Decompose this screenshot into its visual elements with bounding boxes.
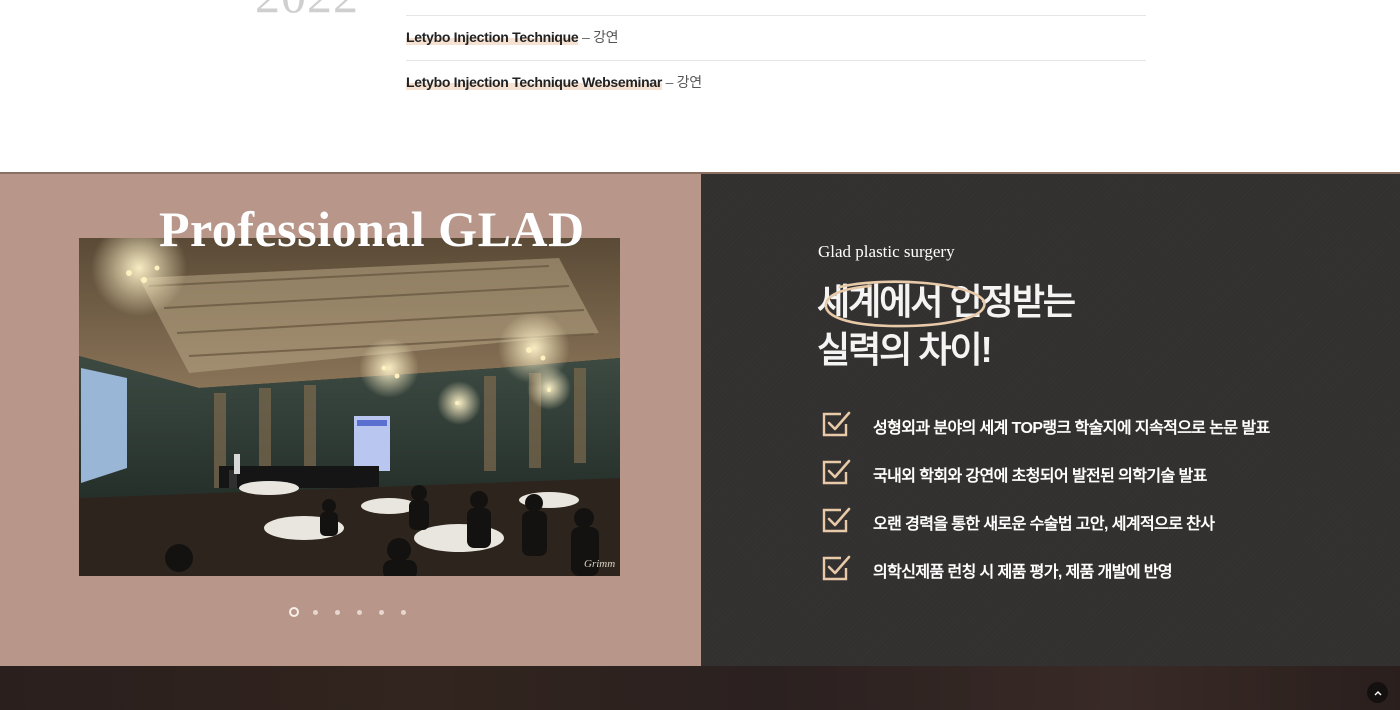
- timeline-year: 2022: [255, 0, 359, 24]
- checkbox-checked-icon: [822, 555, 851, 581]
- intro-subtitle: Glad plastic surgery: [818, 242, 955, 261]
- scroll-top-button[interactable]: [1367, 682, 1388, 703]
- list-item: 국내외 학회와 강연에 초청되어 발전된 의학기술 발표: [821, 458, 1381, 488]
- timeline-row-separator: –: [578, 29, 594, 45]
- feature-text: 국내외 학회와 강연에 초청되어 발전된 의학기술 발표: [873, 468, 1207, 485]
- next-section-preview: [0, 666, 1400, 710]
- timeline-section: 2022 Letybo Injection Technique – 강연 Let…: [0, 0, 1400, 172]
- timeline-row-role: 강연: [676, 74, 702, 90]
- pagination-dot-6[interactable]: [401, 610, 406, 615]
- list-item: 성형외과 분야의 세계 TOP랭크 학술지에 지속적으로 논문 발표: [821, 410, 1381, 440]
- checkbox-checked-icon: [822, 411, 851, 437]
- conference-photo[interactable]: Grimm: [79, 238, 620, 576]
- timeline-row: Letybo Injection Technique Webseminar – …: [406, 61, 1146, 105]
- gallery-title: Professional GLAD: [159, 201, 585, 257]
- headline-line2: 실력의 차이!: [817, 329, 993, 370]
- pagination-dot-4[interactable]: [357, 610, 362, 615]
- checkbox-checked-icon: [822, 507, 851, 533]
- pagination-dot-5[interactable]: [379, 610, 384, 615]
- photo-watermark: Grimm: [584, 558, 615, 570]
- feature-text: 오랜 경력을 통한 새로운 수술법 고안, 세계적으로 찬사: [873, 516, 1215, 533]
- feature-text: 성형외과 분야의 세계 TOP랭크 학술지에 지속적으로 논문 발표: [873, 420, 1270, 437]
- timeline-row-title: Letybo Injection Technique: [406, 29, 579, 45]
- pagination-dot-1[interactable]: [289, 607, 299, 617]
- timeline-row-separator: –: [661, 74, 677, 90]
- headline-oval-accent: [824, 280, 986, 328]
- list-item: 오랜 경력을 통한 새로운 수술법 고안, 세계적으로 찬사: [821, 506, 1381, 536]
- pagination-dot-3[interactable]: [335, 610, 340, 615]
- intro-panel: Glad plastic surgery 세계에서 인정받는 실력의 차이! 성…: [701, 174, 1400, 666]
- timeline-row-role: 강연: [593, 29, 619, 45]
- pagination-dot-2[interactable]: [313, 610, 318, 615]
- timeline-row-title: Letybo Injection Technique Webseminar: [406, 74, 662, 90]
- checkbox-checked-icon: [822, 459, 851, 485]
- chevron-up-icon: [1374, 690, 1381, 695]
- timeline-row: Letybo Injection Technique – 강연: [406, 16, 1146, 61]
- conference-hall-image: Grimm: [79, 238, 620, 576]
- timeline-row: [406, 0, 1146, 16]
- list-item: 의학신제품 런칭 시 제품 평가, 제품 개발에 반영: [821, 554, 1381, 584]
- feature-text: 의학신제품 런칭 시 제품 평가, 제품 개발에 반영: [873, 564, 1173, 581]
